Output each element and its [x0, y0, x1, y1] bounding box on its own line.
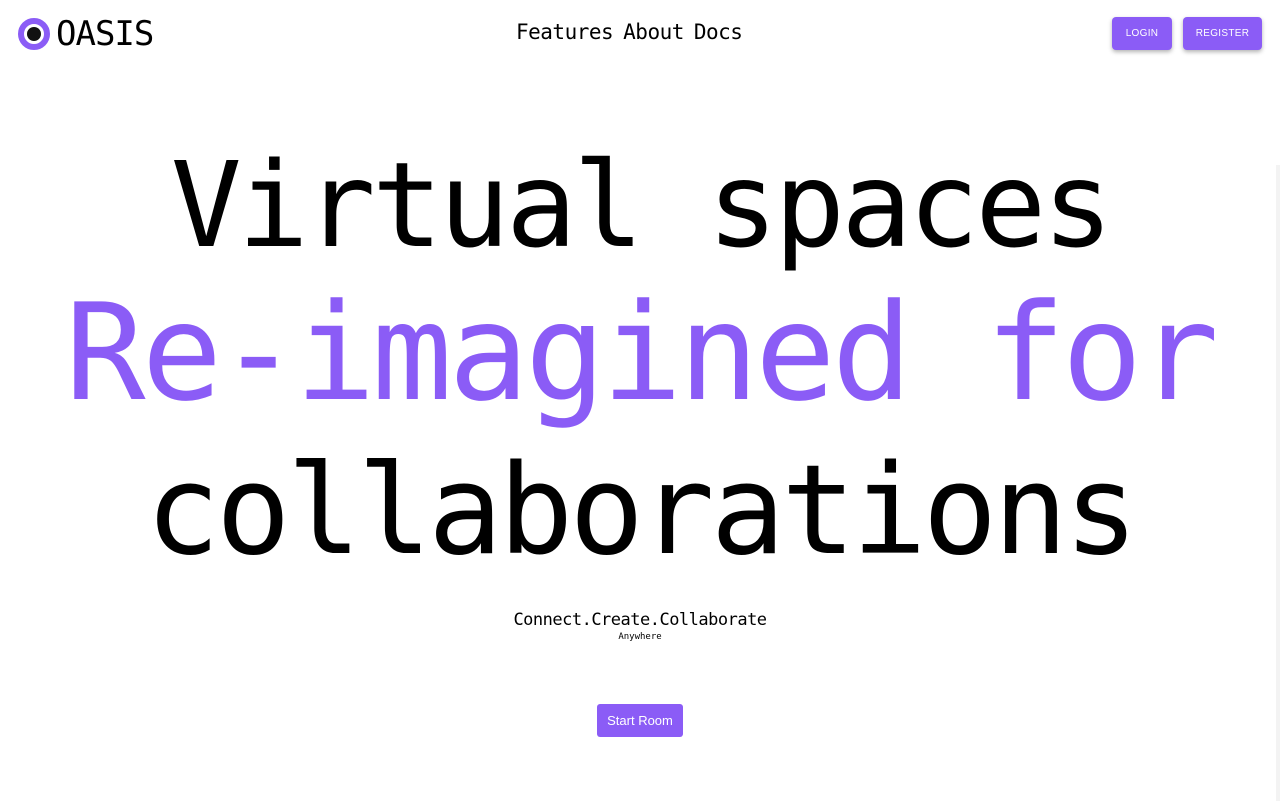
- scrollbar[interactable]: [1276, 165, 1280, 801]
- nav-link-about[interactable]: About: [623, 18, 684, 46]
- register-button[interactable]: REGISTER: [1183, 17, 1262, 50]
- main-nav: Features About Docs: [516, 18, 743, 46]
- hero-headline-line2: Re-imagined for: [64, 275, 1219, 431]
- start-room-button[interactable]: Start Room: [597, 704, 683, 737]
- auth-buttons: LOGIN REGISTER: [1112, 17, 1262, 50]
- hero-headline-line3: collaborations: [145, 439, 1138, 583]
- nav-link-features[interactable]: Features: [516, 18, 614, 46]
- landing-page: OASIS Features About Docs LOGIN REGISTER…: [0, 0, 1280, 801]
- login-button[interactable]: LOGIN: [1112, 17, 1172, 50]
- hero-tagline: Connect.Create.Collaborate: [513, 610, 767, 630]
- hero-subtagline: Anywhere: [618, 632, 662, 642]
- hero-headline-line1: Virtual spaces: [170, 136, 1114, 274]
- nav-link-docs[interactable]: Docs: [694, 18, 743, 46]
- brand-logo[interactable]: OASIS: [18, 14, 154, 54]
- ring-logo-icon: [18, 18, 50, 50]
- brand-name: OASIS: [56, 14, 154, 54]
